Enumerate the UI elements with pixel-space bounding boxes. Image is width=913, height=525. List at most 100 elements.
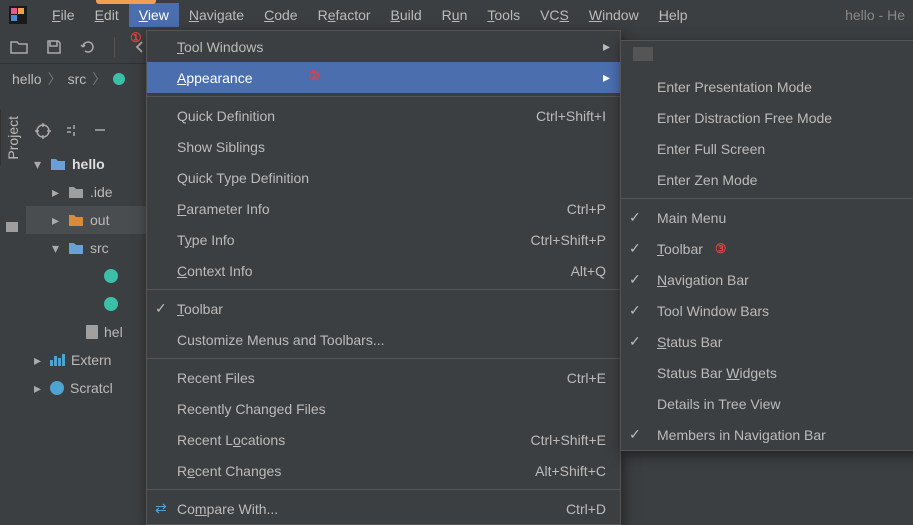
compare-icon: ⇄ xyxy=(155,500,167,517)
save-icon[interactable] xyxy=(46,39,62,55)
breadcrumb-item[interactable]: src xyxy=(68,71,87,87)
folder-icon xyxy=(50,157,66,171)
refresh-icon[interactable] xyxy=(80,39,96,55)
tree-arrow: ▾ xyxy=(52,240,62,257)
menu-label: Type Info xyxy=(177,232,235,248)
tree-label: .ide xyxy=(90,184,113,200)
menu-file[interactable]: File xyxy=(42,3,85,27)
menu-vcs[interactable]: VCS xyxy=(530,3,579,27)
submenu-item-status-bar[interactable]: ✓Status Bar xyxy=(621,326,913,357)
menu-item-tool-windows[interactable]: Tool Windows▸ xyxy=(147,31,620,62)
chevron-right-icon: ▸ xyxy=(603,69,610,86)
tree-label: hel xyxy=(104,324,123,340)
check-icon: ✓ xyxy=(629,240,641,257)
menu-item-toolbar[interactable]: ✓ Toolbar xyxy=(147,293,620,324)
menu-window[interactable]: Window xyxy=(579,3,649,27)
placeholder-icon xyxy=(633,47,653,61)
submenu-item-toolbar[interactable]: ✓Toolbar③ xyxy=(621,233,913,264)
menu-tools[interactable]: Tools xyxy=(477,3,530,27)
check-icon: ✓ xyxy=(629,426,641,443)
menu-label: Toolbar xyxy=(177,301,223,317)
submenu-item-navigation-bar[interactable]: ✓ Navigation Bar xyxy=(621,264,913,295)
target-icon[interactable] xyxy=(34,122,52,140)
submenu-item-main-menu[interactable]: ✓Main Menu xyxy=(621,202,913,233)
shortcut: Alt+Q xyxy=(571,263,606,279)
menu-item-context-info[interactable]: Context Info Alt+Q xyxy=(147,255,620,286)
menu-label: Recent Files xyxy=(177,370,255,386)
menu-label: Enter Zen Mode xyxy=(657,172,757,188)
chevron-right-icon: 〉 xyxy=(48,69,62,89)
menu-item-recent-files[interactable]: Recent FilesCtrl+E xyxy=(147,362,620,393)
menu-label: Customize Menus and Toolbars... xyxy=(177,332,385,348)
menu-label: Status Bar xyxy=(657,334,722,350)
submenu-item-members-in-navigation-bar[interactable]: ✓Members in Navigation Bar xyxy=(621,419,913,450)
menu-separator xyxy=(147,489,620,490)
tree-label: hello xyxy=(72,156,105,172)
chevron-right-icon: 〉 xyxy=(92,69,106,89)
breadcrumb-item[interactable]: hello xyxy=(12,71,42,87)
menu-item-recent-locations[interactable]: Recent LocationsCtrl+Shift+E xyxy=(147,424,620,455)
open-icon[interactable] xyxy=(10,39,28,55)
submenu-item-enter-full-screen[interactable]: Enter Full Screen xyxy=(621,133,913,164)
menu-item-compare-with-[interactable]: ⇄Compare With...Ctrl+D xyxy=(147,493,620,524)
menu-label: Parameter Info xyxy=(177,201,270,217)
menu-label: Enter Full Screen xyxy=(657,141,765,157)
submenu-item-enter-distraction-free-mode[interactable]: Enter Distraction Free Mode xyxy=(621,102,913,133)
chevron-right-icon: ▸ xyxy=(603,38,610,55)
menu-item-show-siblings[interactable]: Show Siblings xyxy=(147,131,620,162)
menu-label: Toolbar xyxy=(657,241,703,257)
menu-item-quick-type-definition[interactable]: Quick Type Definition xyxy=(147,162,620,193)
check-icon: ✓ xyxy=(155,300,167,317)
tree-arrow: ▸ xyxy=(52,212,62,229)
submenu-item-status-bar-widgets[interactable]: Status Bar Widgets▸ xyxy=(621,357,913,388)
menu-label: Enter Distraction Free Mode xyxy=(657,110,832,126)
check-icon: ✓ xyxy=(629,271,641,288)
tree-label: src xyxy=(90,240,109,256)
menu-item-parameter-info[interactable]: Parameter InfoCtrl+P xyxy=(147,193,620,224)
menu-code[interactable]: Code xyxy=(254,3,307,27)
annotation-2: ② xyxy=(308,68,320,84)
submenu-item-enter-zen-mode[interactable]: Enter Zen Mode xyxy=(621,164,913,195)
menu-item-appearance[interactable]: Appearance▸② xyxy=(147,62,620,93)
menu-item-quick-definition[interactable]: Quick DefinitionCtrl+Shift+I xyxy=(147,100,620,131)
menu-label: Compare With... xyxy=(177,501,278,517)
expand-icon[interactable] xyxy=(64,122,80,140)
menu-item-recent-changes[interactable]: Recent ChangesAlt+Shift+C xyxy=(147,455,620,486)
menu-label: Main Menu xyxy=(657,210,726,226)
shortcut: Alt+Shift+C xyxy=(535,463,606,479)
submenu-item-enter-presentation-mode[interactable]: Enter Presentation Mode xyxy=(621,71,913,102)
menu-label: Quick Type Definition xyxy=(177,170,309,186)
menu-edit[interactable]: Edit xyxy=(85,3,129,27)
collapse-icon[interactable] xyxy=(92,122,108,140)
appearance-submenu: Enter Presentation Mode Enter Distraction… xyxy=(620,40,913,451)
project-tab[interactable]: Project xyxy=(0,110,25,166)
tree-label: out xyxy=(90,212,109,228)
menu-label: Enter Presentation Mode xyxy=(657,79,812,95)
menu-item-recently-changed-files[interactable]: Recently Changed Files xyxy=(147,393,620,424)
submenu-item-details-in-tree-view[interactable]: Details in Tree View xyxy=(621,388,913,419)
menu-label: Tool Window Bars xyxy=(657,303,769,319)
menu-refactor[interactable]: Refactor xyxy=(308,3,381,27)
menu-run[interactable]: Run xyxy=(432,3,478,27)
menu-separator xyxy=(147,96,620,97)
menu-item-type-info[interactable]: Type InfoCtrl+Shift+P xyxy=(147,224,620,255)
menu-separator xyxy=(147,358,620,359)
menu-help[interactable]: Help xyxy=(649,3,698,27)
menu-label: Quick Definition xyxy=(177,108,275,124)
breadcrumb-item[interactable] xyxy=(112,72,126,86)
chevron-down-icon: ▾ xyxy=(34,156,44,173)
app-icon xyxy=(6,3,30,27)
menu-label: Navigation Bar xyxy=(657,272,749,288)
menu-label: Context Info xyxy=(177,263,253,279)
shortcut: Ctrl+Shift+E xyxy=(531,432,606,448)
back-icon[interactable] xyxy=(133,40,147,54)
menu-view[interactable]: View xyxy=(129,3,179,27)
menu-label: Recently Changed Files xyxy=(177,401,326,417)
menu-navigate[interactable]: Navigate xyxy=(179,3,254,27)
menu-separator xyxy=(621,198,913,199)
files-tab-icon[interactable] xyxy=(4,218,20,234)
window-title: hello - He xyxy=(845,7,913,23)
menu-item-customize-menus-and-toolbars-[interactable]: Customize Menus and Toolbars... xyxy=(147,324,620,355)
menu-build[interactable]: Build xyxy=(381,3,432,27)
submenu-item-tool-window-bars[interactable]: ✓Tool Window Bars xyxy=(621,295,913,326)
